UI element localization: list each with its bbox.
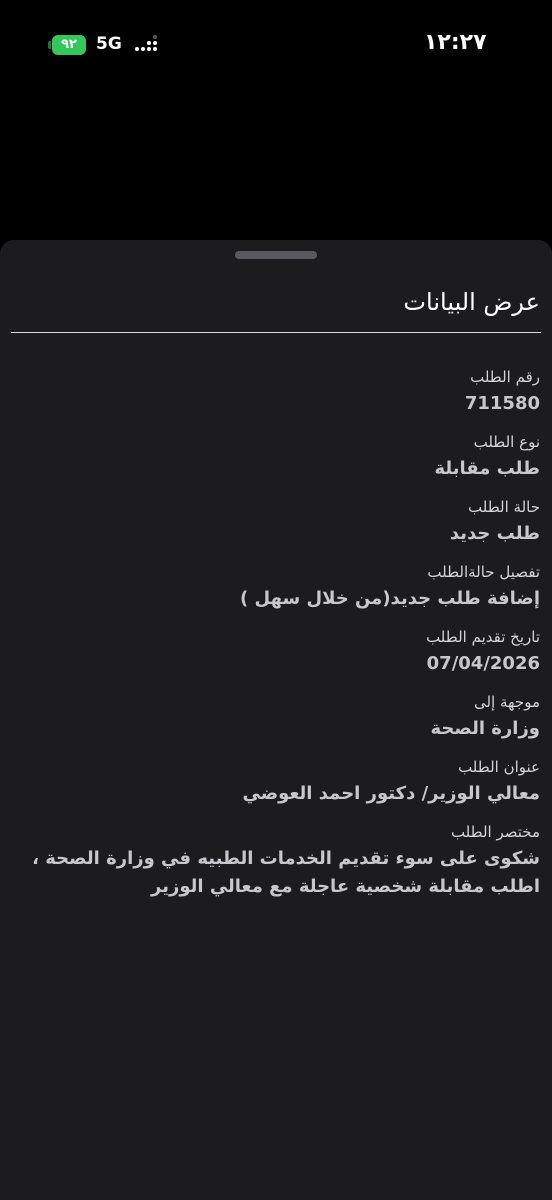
field-label: رقم الطلب (470, 368, 540, 386)
sheet-grabber[interactable] (235, 251, 317, 259)
field-status-detail: تفصيل حالةالطلب إضافة طلب جديد(من خلال س… (20, 561, 540, 613)
field-label: مختصر الطلب (450, 823, 540, 841)
field-value: طلب جديد (449, 523, 540, 544)
field-submission-date: تاريخ تقديم الطلب 07/04/2026 (20, 626, 540, 678)
field-label: حالة الطلب (468, 498, 540, 516)
field-value: 711580 (464, 393, 540, 414)
field-request-title: عنوان الطلب معالي الوزير/ دكتور احمد الع… (20, 756, 541, 808)
signal-icon (135, 35, 159, 55)
field-request-summary: مختصر الطلب شكوى على سوء تقديم الخدمات ا… (20, 821, 540, 901)
field-request-number: رقم الطلب 711580 (20, 366, 540, 418)
status-time: ١٢:٢٧ (424, 30, 487, 55)
field-value: إضافة طلب جديد(من خلال سهل ) (240, 588, 540, 609)
battery-level: ٩٢ (61, 37, 77, 52)
title-divider (11, 332, 541, 333)
fields-list: رقم الطلب 711580 نوع الطلب طلب مقابلة حا… (20, 366, 540, 914)
field-request-status: حالة الطلب طلب جديد (20, 496, 540, 548)
field-label: تاريخ تقديم الطلب (426, 628, 540, 646)
field-request-type: نوع الطلب طلب مقابلة (20, 431, 540, 483)
field-label: نوع الطلب (473, 433, 540, 451)
field-label: عنوان الطلب (458, 758, 540, 776)
field-value: وزارة الصحة (430, 718, 540, 739)
field-directed-to: موجهة إلى وزارة الصحة (20, 691, 540, 743)
field-value: معالي الوزير/ دكتور احمد العوضي (242, 783, 541, 804)
battery-tip (48, 41, 51, 49)
field-value: شكوى على سوء تقديم الخدمات الطبيه في وزا… (32, 848, 540, 897)
battery-icon: ٩٢ (52, 35, 86, 55)
field-label: موجهة إلى (473, 693, 540, 711)
field-label: تفصيل حالةالطلب (427, 563, 540, 581)
status-bar: ٩٢ 5G ١٢:٢٧ (0, 0, 552, 90)
sheet-title: عرض البيانات (403, 288, 540, 316)
field-value: 07/04/2026 (426, 653, 540, 674)
field-value: طلب مقابلة (434, 458, 540, 479)
details-sheet: عرض البيانات رقم الطلب 711580 نوع الطلب … (0, 240, 552, 1200)
network-type: 5G (96, 34, 122, 54)
